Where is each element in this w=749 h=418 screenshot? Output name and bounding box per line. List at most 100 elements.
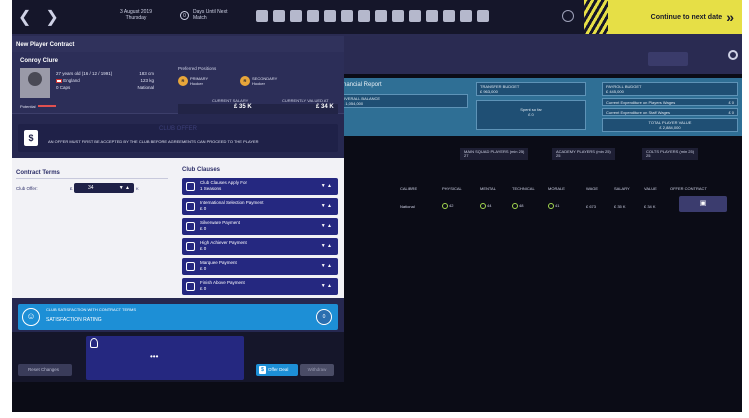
table-header: CALIBRE PHYSICAL MENTAL TECHNICAL MORALE… bbox=[400, 186, 718, 191]
potential-bar bbox=[38, 105, 56, 107]
scouting-icon[interactable] bbox=[443, 10, 455, 22]
offer-contract-button[interactable]: ▣ bbox=[679, 196, 727, 212]
home-icon[interactable] bbox=[375, 10, 387, 22]
academy-badge: ACADEMY PLAYERS (min 25) 25 bbox=[552, 148, 615, 160]
offer-deal-button[interactable]: $ Offer Deal bbox=[256, 364, 298, 376]
exp-players: Current Expenditure on Players Wages £ 0 bbox=[602, 98, 738, 106]
clause-value: £ 0 bbox=[200, 246, 207, 251]
finance-icon[interactable] bbox=[392, 10, 404, 22]
primary-position: R PRIMARY Hooker bbox=[178, 76, 208, 86]
transfers-icon[interactable] bbox=[426, 10, 438, 22]
secondary-pos: Hooker bbox=[252, 81, 265, 86]
stepper-arrows-icon[interactable]: ▼ ▲ bbox=[321, 243, 332, 249]
status-icon[interactable] bbox=[562, 10, 574, 22]
stats-icon[interactable] bbox=[358, 10, 370, 22]
flag-icon bbox=[56, 78, 62, 83]
col-salary[interactable]: SALARY bbox=[614, 186, 644, 191]
club-satisfaction-bar: ☺ CLUB SATISFACTION WITH CONTRACT TERMS … bbox=[18, 304, 338, 330]
trophy-icon[interactable] bbox=[460, 10, 472, 22]
academy-label: ACADEMY PLAYERS (min 25) bbox=[556, 149, 611, 154]
squad-icon[interactable] bbox=[256, 10, 268, 22]
exp-staff-value: £ 0 bbox=[728, 110, 734, 115]
clause-marquee[interactable]: Marquee Payment £ 0 ▼ ▲ bbox=[182, 258, 338, 275]
col-morale[interactable]: MORALE bbox=[548, 186, 586, 191]
primary-pos: Hooker bbox=[190, 81, 203, 86]
days-label-2: Match bbox=[193, 15, 207, 21]
col-technical[interactable]: TECHNICAL bbox=[512, 186, 548, 191]
clause-high-achiever[interactable]: High Achiever Payment £ 0 ▼ ▲ bbox=[182, 238, 338, 255]
star-icon bbox=[186, 242, 195, 251]
main-squad-count: 27 bbox=[464, 153, 469, 158]
days-until-match: 0 Days Until Next Match bbox=[180, 9, 227, 21]
clause-value: £ 0 bbox=[200, 286, 207, 291]
agent-icon bbox=[90, 338, 98, 348]
stepper-arrows-icon[interactable]: ▼ ▲ bbox=[321, 183, 332, 189]
cell-value: £ 34 K bbox=[644, 203, 656, 209]
tactics-icon[interactable] bbox=[324, 10, 336, 22]
player-age: 27 years old (16 / 12 / 1991) bbox=[56, 71, 113, 76]
club-offer-stepper[interactable]: 34 ▼ ▲ bbox=[74, 183, 134, 193]
clause-international[interactable]: International Selection Payment £ 0 ▼ ▲ bbox=[182, 198, 338, 215]
cell-physical: 42 bbox=[442, 203, 480, 209]
col-calibre[interactable]: CALIBRE bbox=[400, 186, 442, 191]
mental-value: 44 bbox=[487, 203, 492, 209]
stepper-arrows-icon[interactable]: ▼ ▲ bbox=[321, 263, 332, 269]
clause-finish-above[interactable]: Finish Above Payment £ 0 ▼ ▲ bbox=[182, 278, 338, 295]
continue-button[interactable]: Continue to next date » bbox=[584, 0, 742, 34]
club-offer-label: Club Offer: bbox=[16, 186, 38, 191]
rating-ring-icon bbox=[512, 203, 518, 209]
col-offer-contract: OFFER CONTRACT bbox=[670, 186, 707, 191]
cell-salary: £ 35 K bbox=[614, 203, 626, 209]
contract-terms-title: Contract Terms bbox=[16, 170, 60, 176]
stepper-arrows-icon[interactable]: ▼ ▲ bbox=[321, 283, 332, 289]
back-arrow-icon[interactable]: ❮ bbox=[18, 7, 31, 27]
divider bbox=[16, 178, 168, 179]
cell-technical: 48 bbox=[512, 203, 548, 209]
stepper-arrows-icon[interactable]: ▼ ▲ bbox=[321, 203, 332, 209]
col-mental[interactable]: MENTAL bbox=[480, 186, 512, 191]
clause-silverware[interactable]: Silverware Payment £ 0 ▼ ▲ bbox=[182, 218, 338, 235]
nav-arrows: ❮ ❯ bbox=[18, 7, 59, 27]
colts-count: 25 bbox=[646, 153, 651, 158]
training-icon[interactable] bbox=[307, 10, 319, 22]
exp-staff-label: Current Expenditure on Staff Wages bbox=[606, 110, 671, 115]
club-clauses-title: Club Clauses bbox=[182, 167, 221, 173]
typing-dots-icon: ••• bbox=[150, 352, 159, 361]
overall-balance-value: £ 1,054,000 bbox=[342, 101, 364, 106]
col-wage[interactable]: WAGE bbox=[586, 186, 614, 191]
table-row[interactable]: National 42 44 48 41 £ 673 £ 35 K £ 34 K bbox=[400, 203, 670, 209]
rating-ring-icon bbox=[480, 203, 486, 209]
currency-symbol: £ bbox=[70, 186, 73, 191]
clause-seasons[interactable]: Club Clauses Apply For 1 Seasons ▼ ▲ bbox=[182, 178, 338, 195]
current-date: 3 August 2019 Thursday bbox=[112, 9, 160, 21]
stepper-arrows-icon[interactable]: ▼ ▲ bbox=[321, 223, 332, 229]
gear-icon[interactable] bbox=[728, 50, 738, 60]
salary-strip bbox=[178, 104, 338, 114]
app-window: ❮ ❯ 3 August 2019 Thursday 0 Days Until … bbox=[12, 0, 742, 412]
financial-report-title: Financial Report bbox=[338, 82, 382, 88]
overall-balance: OVERALL BALANCE £ 1,054,000 bbox=[338, 94, 468, 108]
stepper-arrows-icon[interactable]: ▼ ▲ bbox=[119, 183, 130, 193]
col-value[interactable]: VALUE bbox=[644, 186, 670, 191]
medical-icon[interactable] bbox=[290, 10, 302, 22]
medal-icon bbox=[186, 222, 195, 231]
globe-icon bbox=[186, 202, 195, 211]
forward-arrow-icon[interactable]: ❯ bbox=[45, 7, 58, 27]
club-icon[interactable] bbox=[477, 10, 489, 22]
col-physical[interactable]: PHYSICAL bbox=[442, 186, 480, 191]
current-salary-label: CURRENT SALARY bbox=[212, 98, 249, 103]
double-chevron-icon: » bbox=[726, 9, 734, 25]
valued-at-value: £ 34 K bbox=[316, 104, 334, 110]
stadium-icon[interactable] bbox=[409, 10, 421, 22]
exp-players-label: Current Expenditure on Players Wages bbox=[606, 100, 676, 105]
withdraw-button[interactable]: Withdraw bbox=[300, 364, 334, 376]
staff-icon[interactable] bbox=[273, 10, 285, 22]
player-physical-info: 183 cm 123 kg National bbox=[122, 70, 154, 91]
header-actions[interactable] bbox=[648, 52, 688, 66]
current-salary-value: £ 35 K bbox=[234, 104, 252, 110]
offer-unit: K bbox=[136, 186, 139, 191]
reset-changes-button[interactable]: Reset Changes bbox=[18, 364, 72, 376]
main-squad-badge: MAIN SQUAD PLAYERS (min 25) 27 bbox=[460, 148, 529, 160]
club-offer-notice: CLUB OFFER $ AN OFFER MUST FIRST BE ACCE… bbox=[18, 124, 338, 152]
fixtures-icon[interactable] bbox=[341, 10, 353, 22]
